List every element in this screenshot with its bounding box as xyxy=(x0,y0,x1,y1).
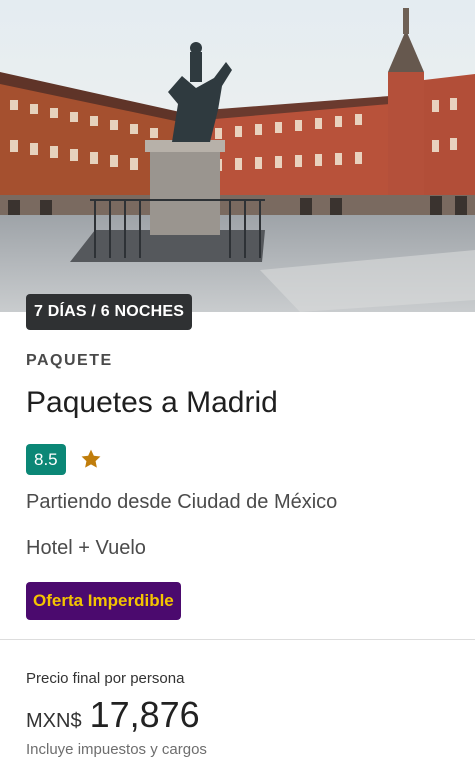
price-caption: Precio final por persona xyxy=(26,670,185,687)
package-title[interactable]: Paquetes a Madrid xyxy=(26,386,278,420)
promo-badge: Oferta Imperdible xyxy=(26,582,181,620)
rating-row: 8.5 xyxy=(26,443,102,475)
star-icon xyxy=(81,449,101,468)
taxes-note: Incluye impuestos y cargos xyxy=(26,741,207,758)
hero-photo xyxy=(0,0,475,312)
rating-badge: 8.5 xyxy=(26,443,66,475)
package-composition: Hotel + Vuelo xyxy=(26,537,146,559)
price-row: MXN$ 17,876 xyxy=(26,694,200,736)
origin-text: Partiendo desde Ciudad de México xyxy=(26,491,338,513)
package-type-label: PAQUETE xyxy=(26,352,113,369)
divider xyxy=(0,639,475,640)
duration-badge: 7 DÍAS / 6 NOCHES xyxy=(26,294,193,330)
price-currency: MXN$ xyxy=(26,710,82,732)
package-card[interactable]: 7 DÍAS / 6 NOCHES PAQUETE Paquetes a Mad… xyxy=(0,0,475,770)
price-amount: 17,876 xyxy=(89,694,200,735)
